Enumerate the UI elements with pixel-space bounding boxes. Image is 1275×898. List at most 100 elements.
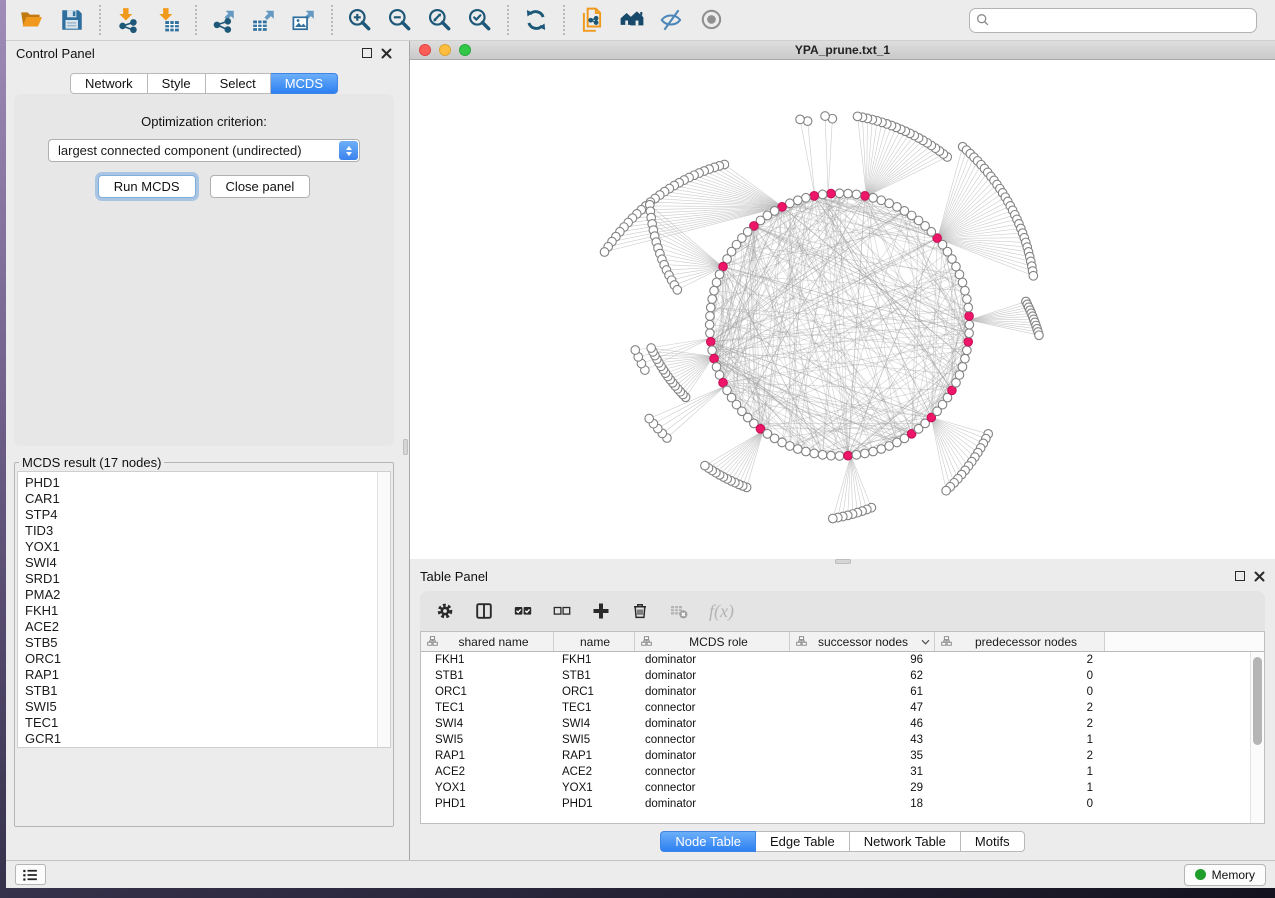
export-table-button[interactable] [244,3,284,37]
table-row[interactable]: ORC1ORC1dominator610 [421,684,1264,700]
table-cell: ACE2 [421,764,554,780]
tab-style[interactable]: Style [148,73,206,94]
node-table: shared namenameMCDS rolesuccessor nodesp… [420,631,1265,824]
control-panel-title: Control Panel [16,46,95,61]
table-cell: 18 [790,796,935,812]
close-panel-button[interactable]: Close panel [210,175,311,198]
tab-select[interactable]: Select [206,73,271,94]
delete-column-button[interactable] [631,602,649,620]
memory-button[interactable]: Memory [1184,864,1266,886]
column-header-name[interactable]: name [554,632,635,651]
zoom-fit-button[interactable] [420,3,460,37]
table-settings-button[interactable] [436,602,454,620]
tab-network[interactable]: Network [70,73,148,94]
table-cell: 1 [935,764,1105,780]
mcds-result-item[interactable]: FKH1 [25,603,374,619]
search-input[interactable] [995,13,1250,27]
network-graph[interactable] [410,60,1275,559]
column-header-successor-nodes[interactable]: successor nodes [790,632,935,651]
zoom-in-button[interactable] [340,3,380,37]
table-cell: 0 [935,668,1105,684]
first-neighbors-button[interactable] [612,3,652,37]
mcds-result-item[interactable]: CAR1 [25,491,374,507]
tab-motifs[interactable]: Motifs [961,831,1025,852]
table-row[interactable]: PHD1PHD1dominator180 [421,796,1264,812]
table-scrollbar-thumb[interactable] [1253,657,1262,745]
mcds-result-item[interactable]: YOX1 [25,539,374,555]
column-header-predecessor-nodes[interactable]: predecessor nodes [935,632,1105,651]
network-window: YPA_prune.txt_1 [410,41,1275,559]
close-panel-icon[interactable] [381,48,392,59]
table-row[interactable]: FKH1FKH1dominator962 [421,652,1264,668]
mcds-result-item[interactable]: ACE2 [25,619,374,635]
apply-layout-button[interactable] [516,3,556,37]
mcds-result-item[interactable]: STB5 [25,635,374,651]
mcds-result-item[interactable]: RAP1 [25,667,374,683]
select-all-button[interactable] [514,602,532,620]
save-session-button[interactable] [52,3,92,37]
mcds-result-item[interactable]: STB1 [25,683,374,699]
mcds-result-item[interactable]: SRD1 [25,571,374,587]
mcds-result-item[interactable]: GCR1 [25,731,374,747]
table-cell: connector [635,780,790,796]
mcds-result-list[interactable]: PHD1CAR1STP4TID3YOX1SWI4SRD1PMA2FKH1ACE2… [17,471,391,748]
table-row[interactable]: SWI4SWI4dominator462 [421,716,1264,732]
run-mcds-button[interactable]: Run MCDS [98,175,196,198]
float-panel-icon[interactable] [362,48,372,58]
network-from-document-button[interactable] [572,3,612,37]
split-panel-button[interactable] [475,602,493,620]
mcds-result-item[interactable]: SWI4 [25,555,374,571]
optimization-criterion-select[interactable]: largest connected component (undirected) [48,139,360,162]
memory-status-icon [1195,869,1206,880]
open-session-button[interactable] [12,3,52,37]
mcds-result-item[interactable]: TID3 [25,523,374,539]
mcds-result-item[interactable]: PHD1 [25,475,374,491]
table-row[interactable]: YOX1YOX1connector291 [421,780,1264,796]
zoom-out-button[interactable] [380,3,420,37]
table-row[interactable]: TEC1TEC1connector472 [421,700,1264,716]
table-cell: ACE2 [554,764,635,780]
close-window-icon[interactable] [419,44,431,56]
export-network-button[interactable] [204,3,244,37]
add-column-button[interactable] [592,602,610,620]
table-row[interactable]: SWI5SWI5connector431 [421,732,1264,748]
show-task-history-button[interactable] [15,864,46,885]
hide-selected-button[interactable] [652,3,692,37]
table-scrollbar[interactable] [1250,652,1264,823]
table-row[interactable]: ACE2ACE2connector311 [421,764,1264,780]
network-canvas[interactable] [410,60,1275,559]
mcds-result-item[interactable]: TEC1 [25,715,374,731]
search-field[interactable] [969,8,1257,33]
export-image-button[interactable] [284,3,324,37]
maximize-window-icon[interactable] [459,44,471,56]
tab-node-table[interactable]: Node Table [660,831,756,852]
show-all-button[interactable] [692,3,732,37]
table-row[interactable]: STB1STB1dominator620 [421,668,1264,684]
mcds-result-item[interactable]: SWI5 [25,699,374,715]
splitter-grip[interactable] [835,559,851,564]
mcds-result-item[interactable]: STP4 [25,507,374,523]
select-all-icon [514,602,532,620]
close-panel-icon[interactable] [1254,571,1265,582]
column-header-shared-name[interactable]: shared name [421,632,554,651]
mcds-list-scrollbar[interactable] [377,472,390,747]
zoom-selected-button[interactable] [460,3,500,37]
minimize-window-icon[interactable] [439,44,451,56]
tab-mcds[interactable]: MCDS [271,73,338,94]
tab-network-table[interactable]: Network Table [850,831,961,852]
table-cell: FKH1 [421,652,554,668]
float-panel-icon[interactable] [1235,571,1245,581]
network-window-titlebar[interactable]: YPA_prune.txt_1 [410,41,1275,60]
main-toolbar [6,0,1275,41]
mcds-result-item[interactable]: ORC1 [25,651,374,667]
tab-edge-table[interactable]: Edge Table [756,831,850,852]
mcds-result-item[interactable]: PMA2 [25,587,374,603]
import-table-button[interactable] [148,3,188,37]
table-row[interactable]: RAP1RAP1dominator352 [421,748,1264,764]
deselect-all-button[interactable] [553,602,571,620]
panel-splitter-vertical[interactable] [402,41,409,860]
import-network-button[interactable] [108,3,148,37]
splitter-grip[interactable] [403,439,408,455]
column-header-MCDS-role[interactable]: MCDS role [635,632,790,651]
panel-splitter-horizontal[interactable] [410,559,1275,564]
